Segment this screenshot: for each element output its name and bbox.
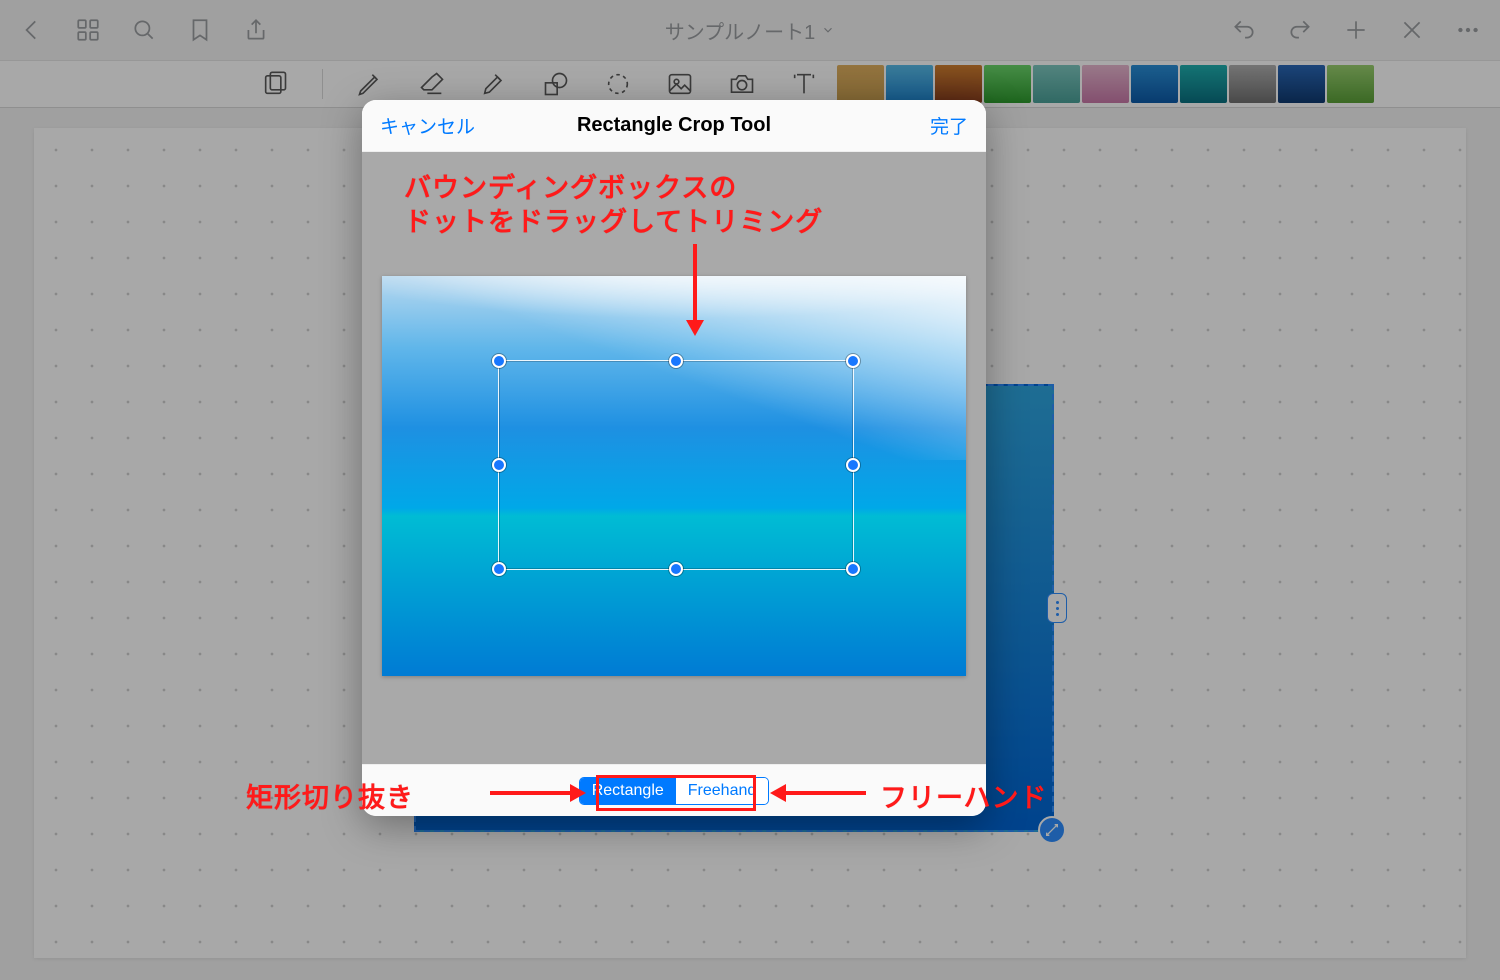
annotation-top-line2: ドットをドラッグしてトリミング	[404, 200, 823, 239]
annotation-arrow-down	[693, 244, 697, 320]
annotation-bottom-right: フリーハンド	[880, 776, 1047, 815]
crop-bounding-box[interactable]	[498, 360, 854, 570]
crop-handle-bottom-mid[interactable]	[669, 562, 683, 576]
annotation-arrowhead-right	[570, 784, 586, 802]
crop-handle-bottom-right[interactable]	[846, 562, 860, 576]
annotation-arrowhead-down	[686, 320, 704, 336]
modal-body	[362, 152, 986, 764]
crop-handle-bottom-left[interactable]	[492, 562, 506, 576]
annotation-segment-outline	[596, 775, 756, 811]
crop-handle-top-left[interactable]	[492, 354, 506, 368]
cancel-button[interactable]: キャンセル	[380, 112, 475, 139]
annotation-arrow-left	[786, 791, 866, 795]
annotation-arrowhead-left	[770, 784, 786, 802]
crop-handle-mid-left[interactable]	[492, 458, 506, 472]
crop-image-area[interactable]	[382, 276, 966, 676]
crop-handle-mid-right[interactable]	[846, 458, 860, 472]
annotation-bottom-left: 矩形切り抜き	[246, 776, 414, 815]
crop-handle-top-right[interactable]	[846, 354, 860, 368]
done-button[interactable]: 完了	[930, 112, 968, 139]
modal-header: キャンセル Rectangle Crop Tool 完了	[362, 100, 986, 152]
annotation-arrow-right	[490, 791, 570, 795]
crop-handle-top-mid[interactable]	[669, 354, 683, 368]
